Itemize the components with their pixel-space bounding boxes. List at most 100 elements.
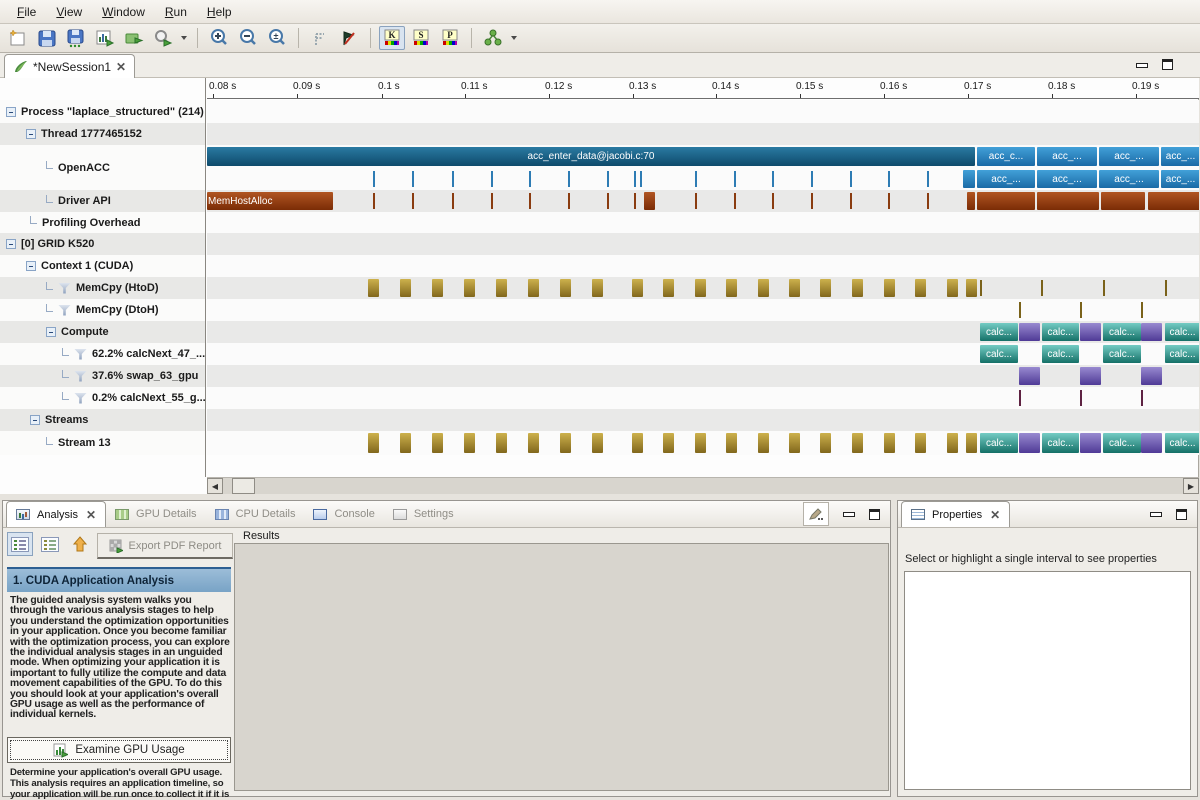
interval-tick[interactable] [772,193,774,209]
collapse-icon[interactable] [30,415,40,425]
interval-bar[interactable] [966,433,977,453]
stream-colormap-button[interactable]: S [408,26,434,50]
interval-bar-acc-[interactable]: acc_... [977,170,1035,188]
maximize-button[interactable] [1162,59,1173,70]
tab-cpu-details[interactable]: CPU Details [206,501,305,527]
save-all-button[interactable] [63,26,89,50]
dropdown-caret-icon[interactable] [511,36,517,40]
interval-bar[interactable] [560,279,571,297]
process-colormap-button[interactable]: P [437,26,463,50]
interval-bar-calc-[interactable]: calc... [980,345,1018,363]
filter-icon[interactable] [58,283,71,294]
zoom-out-button[interactable] [235,26,261,50]
kernel-colormap-button[interactable]: K [379,26,405,50]
interval-bar-calc-[interactable]: calc... [1042,345,1079,363]
timeline-row-context-1[interactable] [207,255,1199,277]
interval-bar[interactable] [644,192,655,210]
interval-tick[interactable] [734,193,736,209]
interval-bar-acc-[interactable]: acc_... [1099,147,1159,166]
rename-session-button[interactable] [121,26,147,50]
interval-tick[interactable] [695,193,697,209]
interval-bar-calc-[interactable]: calc... [1165,345,1199,363]
interval-tick[interactable] [491,193,493,209]
tree-row-process-laplace-structur[interactable]: Process "laplace_structured" (214) [0,100,205,123]
close-icon[interactable]: ✕ [116,61,126,73]
new-session-button[interactable] [5,26,31,50]
interval-bar[interactable] [1101,192,1145,210]
interval-bar-acc-[interactable]: acc_... [1037,170,1097,188]
interval-tick[interactable] [1141,390,1143,406]
timeline-row-kernel-37[interactable] [207,365,1199,387]
menu-run[interactable]: Run [156,3,196,21]
interval-bar[interactable] [820,279,831,297]
interval-bar-calc-[interactable]: calc... [1165,433,1199,453]
tree-timeline-divider[interactable] [205,78,206,477]
collapse-icon[interactable] [26,129,36,139]
tree-row--0-grid-k520[interactable]: [0] GRID K520 [0,233,205,255]
interval-tick[interactable] [850,171,852,187]
interval-bar[interactable] [528,279,539,297]
interval-bar[interactable] [368,433,379,453]
interval-bar[interactable] [884,279,895,297]
interval-bar[interactable] [592,279,603,297]
interval-tick[interactable] [927,193,929,209]
marker-flag-button[interactable] [336,26,362,50]
interval-tick[interactable] [850,193,852,209]
interval-tick[interactable] [1141,302,1143,318]
timeline-row-stream-13[interactable]: calc...calc...calc...calc... [207,431,1199,455]
interval-tick[interactable] [607,193,609,209]
timeline-row-openacc-api[interactable]: acc_enter_data@jacobi.c:70acc_c...acc_..… [207,145,1199,168]
tab-properties[interactable]: Properties ✕ [901,501,1010,527]
menu-window[interactable]: Window [93,3,154,21]
interval-tick[interactable] [568,171,570,187]
interval-bar-memhostalloc[interactable]: MemHostAlloc [207,192,333,210]
interval-bar[interactable] [592,433,603,453]
close-icon[interactable]: ✕ [990,509,1000,521]
interval-bar[interactable] [726,279,737,297]
interval-tick[interactable] [811,171,813,187]
interval-tick[interactable] [927,171,929,187]
interval-bar-calc-[interactable]: calc... [1103,323,1141,341]
close-icon[interactable]: ✕ [86,509,96,521]
interval-bar-acc-[interactable]: acc_... [1161,170,1199,188]
tab-gpu-details[interactable]: GPU Details [106,501,206,527]
interval-bar[interactable] [758,279,769,297]
save-button[interactable] [34,26,60,50]
interval-bar[interactable] [758,433,769,453]
timeline-row-kernel-02[interactable] [207,387,1199,409]
tree-row-memcpy-dtoh-[interactable]: MemCpy (DtoH) [0,299,205,321]
interval-bar[interactable] [884,433,895,453]
interval-bar[interactable] [663,279,674,297]
tree-row-37-6-swap-63-gpu[interactable]: 37.6% swap_63_gpu [0,365,205,387]
interval-bar[interactable] [789,433,800,453]
interval-bar[interactable] [464,279,475,297]
interval-bar[interactable] [400,433,411,453]
tree-row-62-2-calcnext-47-[interactable]: 62.2% calcNext_47_... [0,343,205,365]
tab-settings[interactable]: Settings [384,501,463,527]
interval-bar[interactable] [966,279,977,297]
examine-gpu-usage-button[interactable]: Examine GPU Usage [7,737,231,763]
interval-bar[interactable] [1019,433,1040,453]
interval-tick[interactable] [734,171,736,187]
interval-tick[interactable] [1080,302,1082,318]
interval-tick[interactable] [640,171,642,187]
menu-file[interactable]: File [8,3,45,21]
interval-bar-calc-[interactable]: calc... [980,433,1018,453]
interval-tick[interactable] [1019,302,1021,318]
interval-bar[interactable] [915,279,926,297]
minimize-button[interactable] [843,509,855,519]
interval-bar[interactable] [1080,323,1101,341]
interval-bar[interactable] [967,192,975,210]
timeline-row-process[interactable] [207,100,1199,123]
examine-values-button[interactable] [150,26,176,50]
interval-bar[interactable] [695,279,706,297]
interval-tick[interactable] [529,171,531,187]
interval-tick[interactable] [1165,280,1167,296]
timeline-row-memcpy-dtoh[interactable] [207,299,1199,321]
generate-timeline-button[interactable] [92,26,118,50]
interval-bar-calc-[interactable]: calc... [980,323,1018,341]
interval-bar-acc-[interactable]: acc_... [1037,147,1097,166]
interval-bar[interactable] [632,433,643,453]
tree-row-thread-1777465152[interactable]: Thread 1777465152 [0,123,205,145]
filter-marker-button[interactable] [307,26,333,50]
